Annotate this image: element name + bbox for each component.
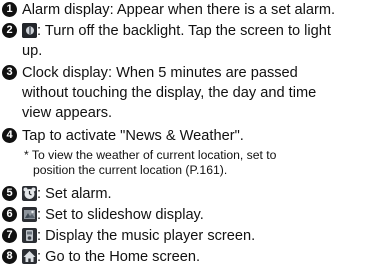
instruction-list: 1 Alarm display: Appear when there is a … <box>0 0 377 273</box>
number-badge: 5 <box>2 186 17 201</box>
item-text-continued: view appears. <box>22 105 113 121</box>
home-icon <box>22 249 37 264</box>
number-badge: 8 <box>2 249 17 264</box>
footnote-continued: position the current location (P.161). <box>33 163 228 177</box>
backlight-off-icon <box>22 23 37 38</box>
item-text: : Display the music player screen. <box>37 228 256 244</box>
item-text: : Set alarm. <box>37 186 112 202</box>
number-badge: 7 <box>2 228 17 243</box>
number-badge: 1 <box>2 2 17 17</box>
item-text: : Turn off the backlight. Tap the screen… <box>37 23 331 39</box>
number-badge: 6 <box>2 207 17 222</box>
item-text-continued: without touching the display, the day an… <box>22 85 317 101</box>
footnote: * To view the weather of current locatio… <box>24 148 277 162</box>
number-badge: 2 <box>2 23 17 38</box>
item-text-continued: up. <box>22 43 43 59</box>
number-badge: 4 <box>2 128 17 143</box>
item-text: : Go to the Home screen. <box>37 249 201 265</box>
item-text: : Set to slideshow display. <box>37 207 204 223</box>
item-text: Clock display: When 5 minutes are passed <box>22 65 298 81</box>
item-text: Tap to activate "News & Weather". <box>22 128 244 144</box>
slideshow-icon <box>22 207 37 222</box>
alarm-clock-icon <box>22 186 37 201</box>
item-text: Alarm display: Appear when there is a se… <box>22 2 336 18</box>
music-player-icon <box>22 228 37 243</box>
number-badge: 3 <box>2 65 17 80</box>
